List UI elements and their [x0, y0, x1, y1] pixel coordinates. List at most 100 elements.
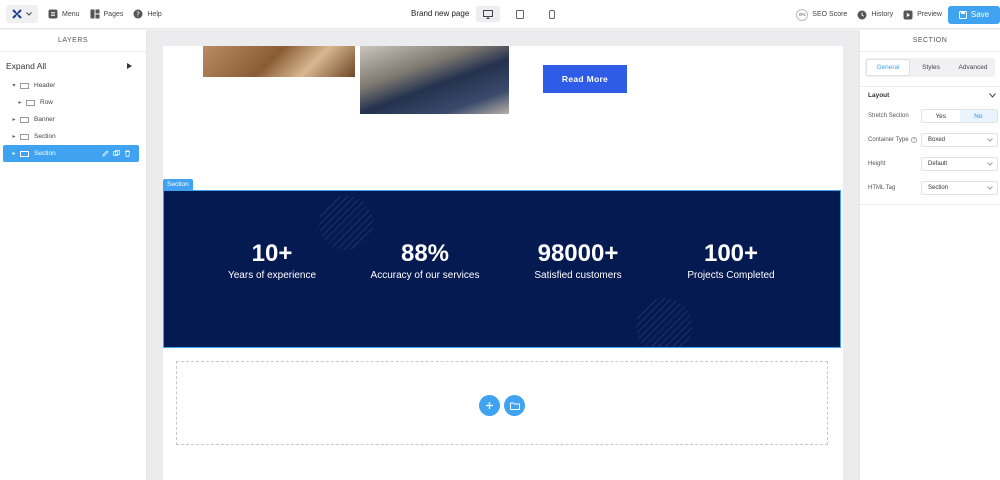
tab-general[interactable]: General — [866, 59, 910, 76]
section-panel-title: SECTION — [860, 30, 1000, 52]
layer-item-banner[interactable]: ▸ Banner — [0, 111, 146, 128]
caret-right-icon — [127, 63, 132, 69]
device-switcher — [476, 6, 564, 22]
seo-score-button[interactable]: 0% SEO Score — [796, 8, 848, 21]
layer-type-icon — [20, 133, 29, 140]
stat-number: 100+ — [703, 240, 759, 267]
layer-label: Banner — [34, 116, 55, 123]
stretch-yes-option[interactable]: Yes — [922, 110, 960, 122]
layer-item-row[interactable]: ▸ Row — [0, 94, 146, 111]
save-button[interactable]: Save — [948, 5, 1000, 24]
pages-icon — [90, 9, 100, 19]
height-value: Default — [928, 161, 948, 167]
seo-score-label: SEO Score — [812, 11, 848, 18]
tablet-icon — [516, 9, 524, 19]
section-tag[interactable]: Section — [163, 179, 193, 190]
svg-text:?: ? — [913, 138, 915, 143]
play-icon — [903, 10, 913, 20]
section-settings-panel: SECTION General Styles Advanced Layout S… — [859, 30, 1000, 480]
mobile-view-button[interactable] — [540, 6, 564, 22]
layer-label: Section — [34, 133, 56, 140]
menu-label: Menu — [62, 10, 80, 18]
history-button[interactable]: History — [857, 10, 893, 20]
stats-section[interactable]: 10+ Years of experience 88% Accuracy of … — [163, 190, 841, 348]
stat-customers: 98000+ Satisfied customers — [503, 239, 653, 281]
preview-label: Preview — [917, 11, 942, 18]
trash-icon[interactable] — [124, 150, 131, 157]
desktop-view-button[interactable] — [476, 6, 500, 22]
chevron-down-icon — [26, 12, 32, 16]
app-logo-icon — [12, 9, 22, 19]
empty-section-dropzone[interactable] — [176, 361, 828, 445]
stretch-no-option[interactable]: No — [959, 110, 997, 122]
plus-icon — [485, 401, 494, 410]
layers-panel: LAYERS Expand All ▾ Header ▸ Row ▸ Banne… — [0, 30, 147, 480]
seo-score-value: 0% — [799, 12, 806, 17]
layer-label: Header — [34, 82, 56, 89]
page-title: Brand new page — [411, 9, 470, 18]
container-type-select[interactable]: Boxed — [921, 133, 998, 147]
help-button[interactable]: ? Help — [133, 9, 162, 19]
folder-icon — [509, 402, 520, 410]
help-label: Help — [147, 10, 162, 18]
add-section-button[interactable] — [479, 395, 500, 416]
template-library-button[interactable] — [504, 395, 525, 416]
menu-icon — [48, 9, 58, 19]
save-label: Save — [970, 10, 990, 19]
stat-number: 10+ — [251, 240, 293, 267]
stat-label: Years of experience — [227, 270, 317, 281]
laptop-photo-image[interactable] — [360, 46, 509, 114]
seo-score-badge: 0% — [796, 8, 809, 21]
caret-down-icon[interactable]: ▾ — [10, 82, 18, 89]
preview-button[interactable]: Preview — [903, 10, 942, 20]
edit-icon[interactable] — [102, 150, 109, 157]
chevron-down-icon — [989, 93, 996, 98]
save-icon — [958, 10, 967, 19]
editor-canvas: Read More Section 10+ Years of experienc… — [147, 30, 859, 480]
menu-button[interactable]: Menu — [48, 9, 80, 19]
layer-type-icon — [20, 150, 29, 157]
duplicate-icon[interactable] — [113, 150, 120, 157]
html-tag-value: Section — [928, 185, 949, 191]
history-label: History — [871, 11, 894, 18]
html-tag-row: HTML Tag Section — [860, 176, 1000, 200]
html-tag-select[interactable]: Section — [921, 181, 998, 195]
tab-styles[interactable]: Styles — [910, 59, 952, 76]
history-icon — [857, 10, 867, 20]
chevron-down-icon — [987, 138, 993, 142]
expand-all-label: Expand All — [6, 61, 47, 71]
layout-group-header[interactable]: Layout — [860, 86, 1000, 104]
page-preview: Read More Section 10+ Years of experienc… — [163, 46, 843, 480]
stat-projects: 100+ Projects Completed — [656, 239, 806, 281]
stat-label: Projects Completed — [687, 270, 775, 281]
container-type-label: Container Type — [868, 137, 909, 143]
caret-right-icon[interactable]: ▸ — [10, 133, 18, 140]
layer-label: Row — [40, 99, 54, 106]
layer-item-header[interactable]: ▾ Header — [0, 77, 146, 94]
read-more-button[interactable]: Read More — [543, 65, 627, 93]
stat-years: 10+ Years of experience — [197, 239, 347, 281]
container-type-label-wrap: Container Type ? — [868, 137, 917, 143]
app-logo-button[interactable] — [6, 5, 38, 23]
tab-advanced[interactable]: Advanced — [952, 59, 994, 76]
caret-right-icon[interactable]: ▸ — [16, 99, 24, 106]
svg-text:?: ? — [137, 10, 141, 18]
stretch-section-toggle[interactable]: Yes No — [921, 109, 998, 123]
team-photo-image[interactable] — [203, 46, 355, 77]
pages-button[interactable]: Pages — [90, 9, 123, 19]
stat-label: Accuracy of our services — [370, 270, 480, 281]
layer-item-section-selected[interactable]: ▸ Section — [3, 145, 139, 162]
info-icon[interactable]: ? — [910, 137, 917, 143]
layer-item-section[interactable]: ▸ Section — [0, 128, 146, 145]
html-tag-label: HTML Tag — [868, 185, 896, 191]
stretch-section-label: Stretch Section — [868, 113, 909, 119]
tablet-view-button[interactable] — [508, 6, 532, 22]
height-select[interactable]: Default — [921, 157, 998, 171]
help-icon: ? — [133, 9, 143, 19]
layer-type-icon — [20, 116, 29, 123]
caret-right-icon[interactable]: ▸ — [10, 150, 18, 157]
expand-all-toggle[interactable]: Expand All — [0, 55, 146, 77]
layer-type-icon — [20, 82, 29, 89]
stat-label: Satisfied customers — [534, 270, 622, 281]
caret-right-icon[interactable]: ▸ — [10, 116, 18, 123]
